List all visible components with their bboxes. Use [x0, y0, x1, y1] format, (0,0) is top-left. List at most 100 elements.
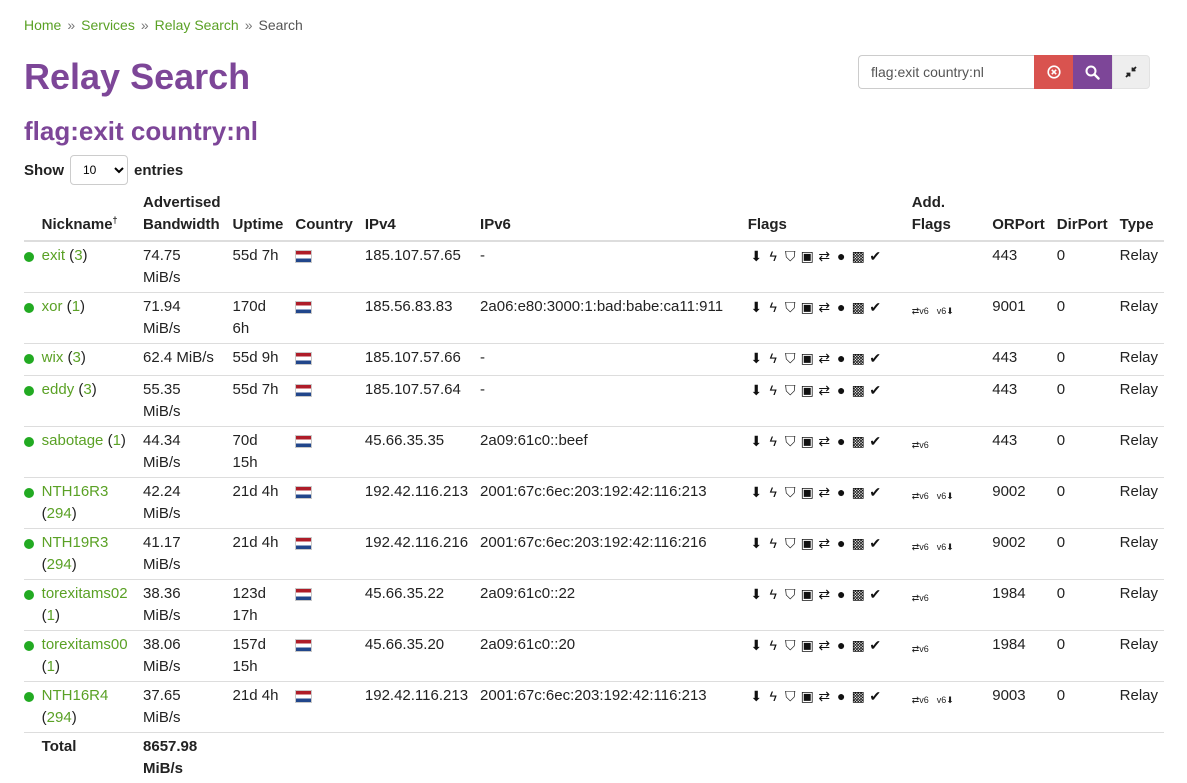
netherlands-flag-icon[interactable]	[295, 352, 312, 365]
family-link[interactable]: 1	[47, 607, 55, 624]
header-nickname[interactable]: Nickname†	[36, 190, 137, 241]
netherlands-flag-icon[interactable]	[295, 588, 312, 601]
search-input[interactable]	[858, 55, 1034, 89]
status-header	[24, 190, 36, 241]
table-row[interactable]: xor (1)71.94 MiB/s170d 6h185.56.83.832a0…	[24, 293, 1164, 344]
table-row[interactable]: NTH19R3 (294)41.17 MiB/s21d 4h192.42.116…	[24, 529, 1164, 580]
netherlands-flag-icon[interactable]	[295, 537, 312, 550]
table-row[interactable]: torexitams02 (1)38.36 MiB/s123d 17h45.66…	[24, 580, 1164, 631]
netherlands-flag-icon[interactable]	[295, 384, 312, 397]
header-flags[interactable]: Flags	[742, 190, 906, 241]
compress-button[interactable]	[1112, 55, 1150, 89]
nickname-link[interactable]: NTH16R3	[42, 483, 109, 500]
netherlands-flag-icon[interactable]	[295, 690, 312, 703]
netherlands-flag-icon[interactable]	[295, 435, 312, 448]
fast-icon: ϟ	[765, 685, 782, 707]
exit-icon: ⬇	[748, 347, 765, 369]
table-row[interactable]: NTH16R3 (294)42.24 MiB/s21d 4h192.42.116…	[24, 478, 1164, 529]
family-link[interactable]: 1	[72, 298, 80, 315]
search-button[interactable]	[1073, 55, 1112, 89]
table-row[interactable]: eddy (3)55.35 MiB/s55d 7h185.107.57.64-⬇…	[24, 376, 1164, 427]
nickname-link[interactable]: wix	[42, 349, 64, 366]
table-row[interactable]: sabotage (1)44.34 MiB/s70d 15h45.66.35.3…	[24, 427, 1164, 478]
header-uptime[interactable]: Uptime	[227, 190, 290, 241]
clear-search-button[interactable]	[1034, 55, 1073, 89]
nickname-link[interactable]: NTH16R4	[42, 687, 109, 704]
nickname-link[interactable]: exit	[42, 247, 65, 264]
family-link[interactable]: 294	[47, 709, 72, 726]
status-cell	[24, 241, 36, 293]
table-row[interactable]: NTH16R4 (294)37.65 MiB/s21d 4h192.42.116…	[24, 682, 1164, 733]
nickname-cell: xor (1)	[36, 293, 137, 344]
header-ipv4[interactable]: IPv4	[359, 190, 474, 241]
table-row[interactable]: wix (3)62.4 MiB/s55d 9h185.107.57.66-⬇ϟ⛉…	[24, 344, 1164, 376]
entries-per-page-select[interactable]: 10	[70, 155, 128, 185]
hsdir-icon: ▣	[799, 296, 816, 318]
ipv6-cell: -	[474, 344, 742, 376]
uptime-cell: 70d 15h	[227, 427, 290, 478]
nickname-link[interactable]: sabotage	[42, 432, 104, 449]
netherlands-flag-icon[interactable]	[295, 301, 312, 314]
breadcrumb-relay-search-link[interactable]: Relay Search	[155, 17, 239, 33]
bandwidth-cell: 55.35 MiB/s	[137, 376, 227, 427]
orport-cell: 443	[986, 241, 1051, 293]
header-ipv6[interactable]: IPv6	[474, 190, 742, 241]
breadcrumb: Home»Services»Relay Search»Search	[24, 17, 303, 33]
family-link[interactable]: 3	[74, 247, 82, 264]
status-online-icon	[24, 303, 34, 313]
orport-cell: 9003	[986, 682, 1051, 733]
ipv6-cell: 2a09:61c0::22	[474, 580, 742, 631]
netherlands-flag-icon[interactable]	[295, 250, 312, 263]
header-add-flags[interactable]: Add. Flags	[906, 190, 987, 241]
table-row[interactable]: torexitams00 (1)38.06 MiB/s157d 15h45.66…	[24, 631, 1164, 682]
netherlands-flag-icon[interactable]	[295, 486, 312, 499]
family-link[interactable]: 1	[47, 658, 55, 675]
ipv4-cell: 45.66.35.22	[359, 580, 474, 631]
header-type[interactable]: Type	[1114, 190, 1164, 241]
type-cell: Relay	[1114, 344, 1164, 376]
v2dir-icon: ▩	[850, 245, 867, 267]
family-link[interactable]: 1	[113, 432, 121, 449]
valid-icon: ✔	[867, 634, 884, 656]
add-flags-cell: ⇄v6v6⬇	[906, 293, 987, 344]
fast-icon: ϟ	[765, 347, 782, 369]
orport-cell: 9002	[986, 529, 1051, 580]
valid-icon: ✔	[867, 685, 884, 707]
bandwidth-cell: 44.34 MiB/s	[137, 427, 227, 478]
guard-icon: ⛉	[782, 347, 799, 369]
nickname-link[interactable]: eddy	[42, 381, 75, 398]
nickname-link[interactable]: torexitams00	[42, 636, 128, 653]
family-link[interactable]: 3	[73, 349, 81, 366]
family-link[interactable]: 3	[83, 381, 91, 398]
breadcrumb-home-link[interactable]: Home	[24, 17, 61, 33]
header-orport[interactable]: ORPort	[986, 190, 1051, 241]
type-cell: Relay	[1114, 529, 1164, 580]
header-bandwidth-line2: Bandwidth	[143, 216, 220, 233]
stable-icon: ●	[833, 430, 850, 452]
valid-icon: ✔	[867, 532, 884, 554]
orport-cell: 1984	[986, 631, 1051, 682]
family-link[interactable]: 294	[47, 505, 72, 522]
uptime-cell: 21d 4h	[227, 529, 290, 580]
netherlands-flag-icon[interactable]	[295, 639, 312, 652]
nickname-link[interactable]: NTH19R3	[42, 534, 109, 551]
add-flags-cell: ⇄v6v6⬇	[906, 529, 987, 580]
nickname-link[interactable]: xor	[42, 298, 63, 315]
running-icon: ⇄	[816, 583, 833, 605]
header-country[interactable]: Country	[289, 190, 359, 241]
breadcrumb-services-link[interactable]: Services	[81, 17, 135, 33]
family-link[interactable]: 294	[47, 556, 72, 573]
nickname-cell: sabotage (1)	[36, 427, 137, 478]
flags-cell: ⬇ϟ⛉▣⇄●▩✔	[742, 478, 906, 529]
hsdir-icon: ▣	[799, 347, 816, 369]
uptime-cell: 157d 15h	[227, 631, 290, 682]
nickname-link[interactable]: torexitams02	[42, 585, 128, 602]
header-dirport[interactable]: DirPort	[1051, 190, 1114, 241]
fast-icon: ϟ	[765, 379, 782, 401]
table-row[interactable]: exit (3)74.75 MiB/s55d 7h185.107.57.65-⬇…	[24, 241, 1164, 293]
dirport-cell: 0	[1051, 529, 1114, 580]
breadcrumb-separator: »	[245, 17, 253, 33]
dirport-cell: 0	[1051, 293, 1114, 344]
fast-icon: ϟ	[765, 245, 782, 267]
header-bandwidth[interactable]: AdvertisedBandwidth	[137, 190, 227, 241]
